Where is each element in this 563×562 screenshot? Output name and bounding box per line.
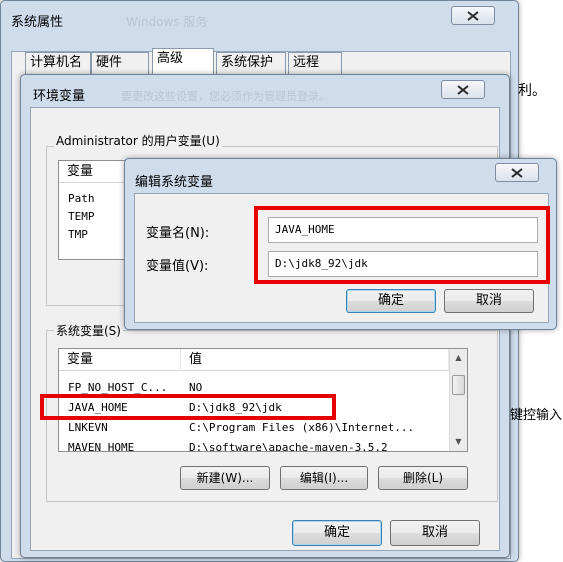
- variable-name-label: 变量名(N):: [146, 226, 210, 241]
- close-icon: [511, 168, 523, 178]
- close-icon: [467, 11, 479, 21]
- scroll-thumb[interactable]: [452, 375, 465, 395]
- delete-variable-button[interactable]: 删除(L): [378, 466, 468, 490]
- variable-name-cell: Path: [68, 192, 95, 205]
- edit-dialog-title: 编辑系统变量: [135, 175, 214, 190]
- tab-computer-name[interactable]: 计算机名: [25, 52, 91, 74]
- list-header: 变量 值: [59, 349, 449, 371]
- background-edge-text: 利。: [518, 83, 546, 99]
- edit-dialog-close-button[interactable]: [495, 163, 539, 182]
- system-properties-title: 系统属性: [11, 15, 64, 30]
- edit-ok-button[interactable]: 确定: [346, 289, 436, 313]
- system-variables-label: 系统变量(S): [54, 322, 123, 339]
- env-cancel-button[interactable]: 取消: [390, 520, 480, 546]
- tab-remote[interactable]: 远程: [288, 52, 342, 74]
- column-header-variable[interactable]: 变量: [59, 349, 181, 371]
- faded-subtitle: 要更改这些设置，您必须作为管理员登录。: [121, 90, 330, 103]
- table-row[interactable]: LNKEVN C:\Program Files (x86)\Internet..…: [59, 419, 467, 437]
- scroll-up-arrow-icon[interactable]: ▲: [450, 349, 467, 366]
- variable-value-cell: C:\Program Files (x86)\Internet...: [189, 421, 415, 434]
- background-edge-text: 键控输入: [510, 408, 563, 423]
- edit-fields-highlight: [254, 206, 550, 284]
- variable-name-cell: TEMP: [68, 210, 95, 223]
- edit-cancel-button[interactable]: 取消: [444, 289, 534, 313]
- edit-variable-button[interactable]: 编辑(I)...: [280, 466, 368, 490]
- system-properties-close-button[interactable]: [451, 6, 495, 25]
- variable-name-cell: LNKEVN: [68, 421, 108, 434]
- user-variables-label: Administrator 的用户变量(U): [54, 132, 222, 149]
- close-icon: [457, 85, 469, 95]
- variable-name-cell: MAVEN_HOME: [68, 441, 135, 452]
- variable-value-cell: D:\software\apache-maven-3.5.2: [189, 441, 388, 452]
- table-row[interactable]: MAVEN_HOME D:\software\apache-maven-3.5.…: [59, 439, 467, 452]
- tab-hardware[interactable]: 硬件: [91, 52, 149, 74]
- scroll-down-arrow-icon[interactable]: ▼: [450, 433, 467, 450]
- tab-advanced[interactable]: 高级: [152, 48, 214, 74]
- variable-value-label: 变量值(V):: [146, 259, 209, 274]
- variable-name-cell: TMP: [68, 228, 88, 241]
- system-variables-scrollbar[interactable]: ▲ ▼: [449, 349, 467, 451]
- environment-variables-close-button[interactable]: [441, 80, 485, 99]
- tab-system-protection[interactable]: 系统保护: [216, 52, 286, 74]
- new-variable-button[interactable]: 新建(W)...: [180, 466, 270, 490]
- env-ok-button[interactable]: 确定: [292, 520, 382, 546]
- column-header-value[interactable]: 值: [181, 349, 449, 371]
- environment-variables-title: 环境变量: [33, 89, 86, 104]
- faded-window-title: Windows 服务: [126, 15, 208, 29]
- java-home-highlight: [40, 394, 336, 420]
